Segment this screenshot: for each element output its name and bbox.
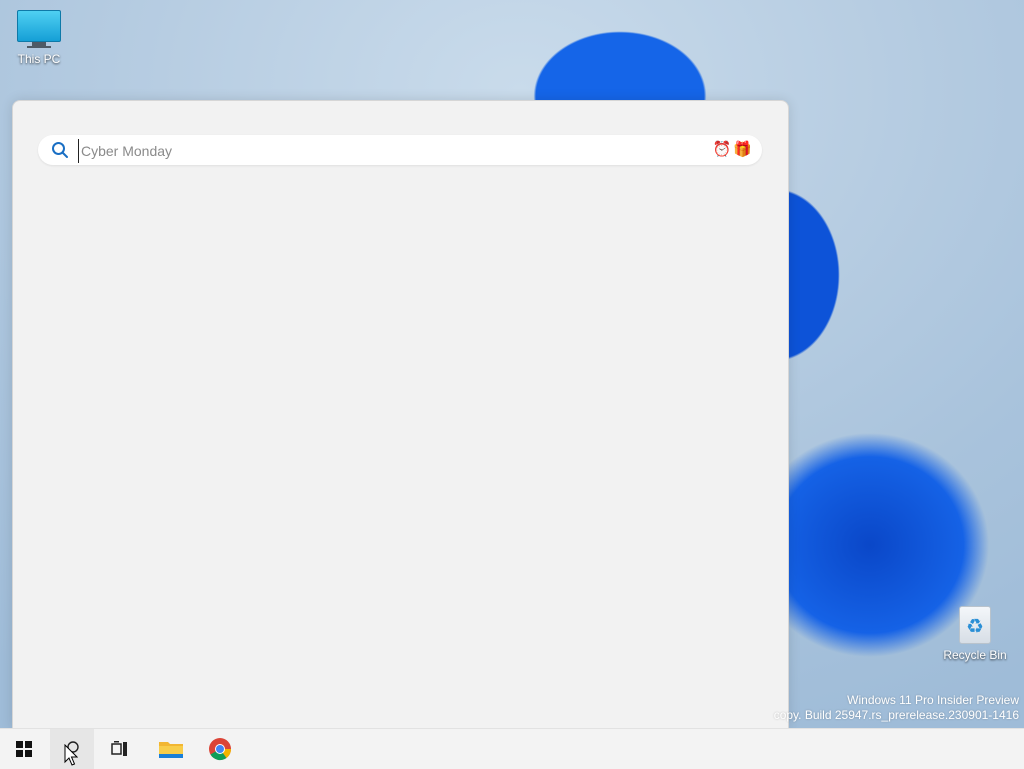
watermark-line-2: copy. Build 25947.rs_prerelease.230901-1… bbox=[773, 708, 1019, 722]
file-explorer-button[interactable] bbox=[149, 729, 193, 769]
alarm-clock-icon: ⏰ bbox=[712, 141, 732, 158]
search-icon bbox=[52, 142, 68, 158]
recycle-bin-label: Recycle Bin bbox=[943, 648, 1007, 662]
task-view-button[interactable] bbox=[98, 729, 142, 769]
search-box[interactable]: ⏰ 🎁 bbox=[38, 135, 762, 165]
chrome-button[interactable] bbox=[198, 729, 242, 769]
windows-watermark: Windows 11 Pro Insider Preview copy. Bui… bbox=[774, 693, 1019, 723]
start-button[interactable] bbox=[2, 729, 46, 769]
watermark-line-1: Windows 11 Pro Insider Preview bbox=[847, 693, 1019, 707]
folder-icon bbox=[159, 742, 183, 758]
mouse-cursor-icon bbox=[64, 744, 78, 766]
windows-logo-icon bbox=[16, 741, 32, 757]
chrome-icon bbox=[209, 738, 232, 761]
gift-icon: 🎁 bbox=[733, 141, 752, 158]
taskbar bbox=[0, 728, 1024, 769]
this-pc-icon bbox=[7, 10, 71, 48]
task-view-icon bbox=[111, 741, 127, 756]
search-highlight[interactable]: ⏰ 🎁 bbox=[713, 141, 752, 159]
this-pc-desktop-icon[interactable]: This PC bbox=[7, 10, 71, 66]
recycle-bin-icon: ♻ bbox=[959, 606, 991, 644]
search-input[interactable] bbox=[78, 139, 663, 163]
recycle-bin-desktop-icon[interactable]: ♻ Recycle Bin bbox=[943, 606, 1007, 662]
search-panel: ⏰ 🎁 bbox=[12, 100, 789, 729]
this-pc-label: This PC bbox=[17, 52, 61, 66]
